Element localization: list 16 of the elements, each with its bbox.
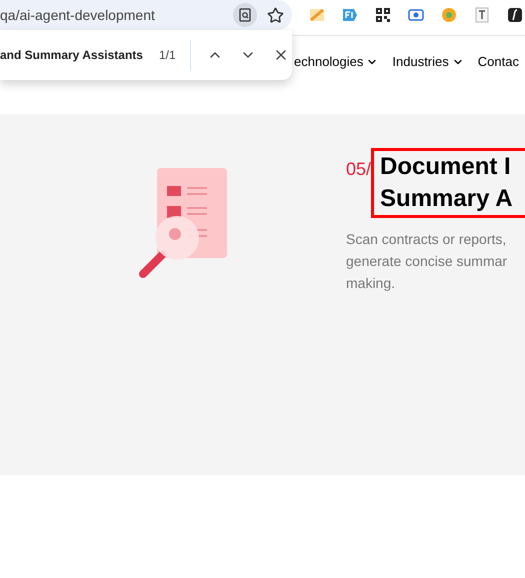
nav-menu-item[interactable]: Contac	[478, 52, 519, 72]
qr-code-icon[interactable]	[375, 7, 391, 23]
eye-icon[interactable]	[408, 7, 424, 23]
extension-icon[interactable]	[474, 7, 490, 23]
match-count: 1/1	[158, 47, 176, 64]
section-number: 05/	[346, 158, 372, 181]
highlighted-title: Document I Summary A	[371, 148, 525, 218]
nav-menu-item[interactable]: Industries	[392, 52, 464, 72]
extension-icon[interactable]	[507, 7, 523, 23]
find-query[interactable]: and Summary Assistants	[0, 46, 143, 64]
section-description: Scan contracts or reports, generate concise summar making.	[346, 230, 508, 293]
page-search-icon[interactable]	[233, 3, 257, 27]
address-bar[interactable]: qa/ai-agent-development	[0, 0, 292, 30]
bookmark-star-icon[interactable]	[267, 6, 284, 24]
nav-menu-item[interactable]: echnologies	[294, 52, 378, 72]
url-text: qa/ai-agent-development	[0, 6, 156, 25]
